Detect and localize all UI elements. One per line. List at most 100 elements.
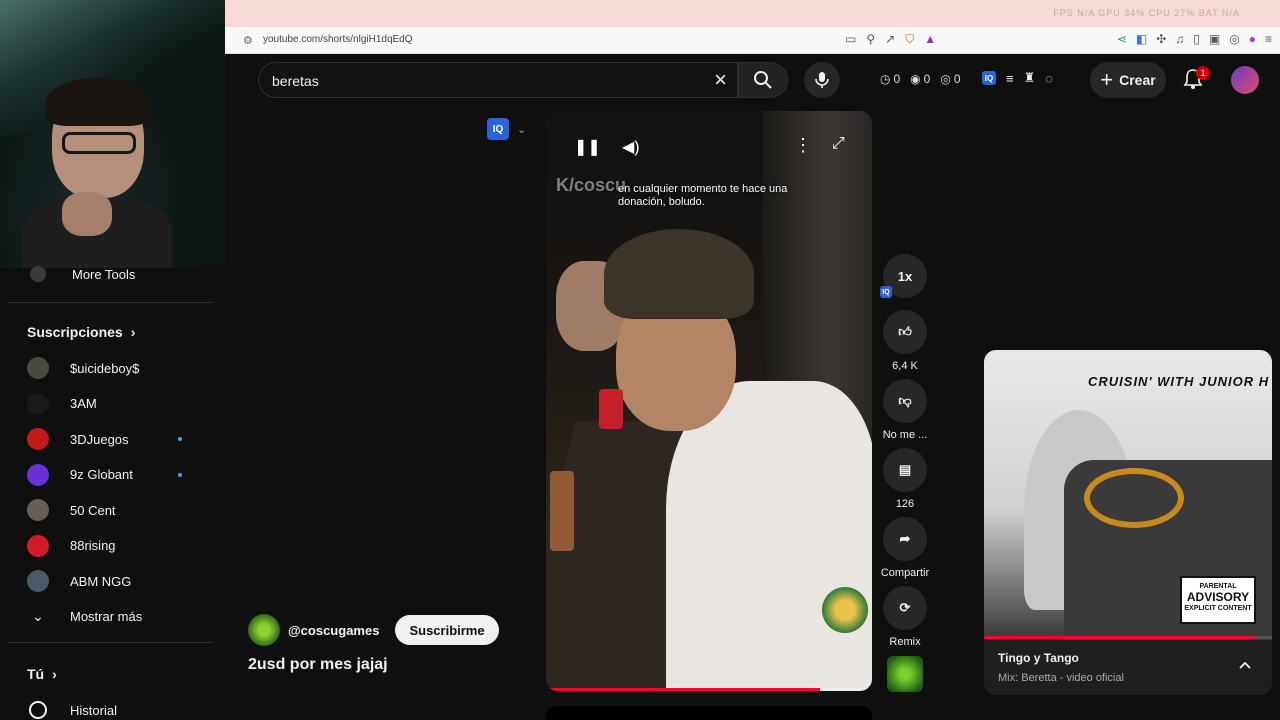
chat-icon[interactable]: ◌ (1045, 71, 1053, 86)
show-more-button[interactable]: ⌄ Mostrar más (0, 600, 213, 632)
video-caption: en cualquier momento te hace una donació… (618, 183, 788, 208)
queue-icon[interactable]: ≡ (1006, 71, 1014, 86)
channel-handle[interactable]: @coscugames (288, 623, 379, 638)
shorts-video-player[interactable]: K/coscu en cualquier momento te hace una… (546, 111, 872, 691)
header-extension-tools: IQ ≡ ♜ ◌ (982, 70, 1053, 86)
extension-green-icon[interactable]: ⋖ (1117, 32, 1127, 46)
search-button[interactable] (738, 62, 788, 98)
next-short-preview (546, 706, 872, 720)
advisory-bottom: EXPLICIT CONTENT (1184, 605, 1252, 612)
sidebar-item-label: 9z Globant (70, 467, 133, 482)
brave-shield-icon[interactable]: ⛉ (905, 32, 914, 47)
sidebar-item-subscription[interactable]: ABM NGG (0, 565, 213, 597)
create-button[interactable]: + Crear (1090, 62, 1166, 98)
volume-icon[interactable]: ◀) (622, 137, 640, 157)
video-progress-fill (546, 688, 820, 691)
iq-extension-icon[interactable]: IQ (982, 71, 996, 85)
you-heading[interactable]: Tú › (27, 666, 57, 682)
clear-search-icon[interactable]: × (714, 67, 727, 93)
profile-icon[interactable]: ● (1249, 32, 1256, 46)
subscriptions-heading-label: Suscripciones (27, 324, 123, 340)
sidebar-item-label: 50 Cent (70, 502, 116, 518)
sidebar-item-subscription[interactable]: 3AM (0, 388, 213, 420)
views-counter: ◉ 0 (910, 72, 931, 86)
playback-speed-button[interactable]: 1x IQ (880, 254, 930, 298)
share-icon[interactable]: ↗ (885, 32, 895, 47)
like-button[interactable]: 👍︎ 6,4 K (880, 310, 930, 372)
voice-search-button[interactable] (804, 62, 840, 98)
history-icon (29, 701, 47, 719)
thumbs-up-icon: 👍︎ (883, 310, 927, 354)
performance-overlay: FPS N/A GPU 34% CPU 27% BAT N/A (1053, 8, 1240, 18)
sidebar-divider (8, 642, 213, 643)
album-art-steering-wheel (1084, 468, 1184, 528)
fullscreen-icon[interactable]: ⤢ (832, 135, 845, 153)
site-info-icon[interactable]: ⚙ (243, 34, 253, 47)
speed-label: 1x (897, 268, 913, 284)
sound-thumbnail[interactable] (887, 656, 923, 692)
address-bar-tools: ▭ ⚲ ↗ ⛉ ▲ (845, 32, 936, 47)
sidebar-item-label: Historial (70, 702, 117, 718)
pause-icon[interactable]: ❚❚ (574, 137, 601, 157)
webcam-person-glasses (62, 132, 136, 154)
search-query[interactable]: beretas (272, 73, 319, 89)
channel-avatar-icon (27, 499, 49, 521)
remix-label: Remix (889, 636, 921, 648)
notification-badge: 1 (1196, 66, 1210, 80)
sidebar-item-more-tools[interactable]: More Tools (0, 258, 213, 290)
address-bar[interactable]: ⚙ youtube.com/shorts/nlgiH1dqEdQ ▭ ⚲ ↗ ⛉… (225, 27, 1280, 54)
sidebar-toggle-icon[interactable]: ▯ (1193, 32, 1200, 46)
translate-icon[interactable]: ◧ (1136, 32, 1147, 46)
subscribe-button[interactable]: Suscribirme (395, 615, 499, 645)
sidebar-item-subscription[interactable]: 9z Globant (0, 459, 213, 491)
subscriptions-heading[interactable]: Suscripciones › (27, 324, 135, 340)
header-counters: ◷ 0 ◉ 0 ◎ 0 (880, 72, 961, 86)
mini-progress-fill (984, 636, 1255, 639)
webcam-person-hand (62, 192, 112, 236)
mini-progress-bar[interactable] (984, 636, 1272, 639)
account-avatar[interactable] (1231, 66, 1259, 94)
mini-player-title: Tingo y Tango (998, 651, 1079, 665)
sidebar-item-subscription[interactable]: $uicideboy$ (0, 352, 213, 384)
share-arrow-icon: ➦ (883, 517, 927, 561)
trophy-icon[interactable]: ♜ (1024, 70, 1036, 86)
install-icon[interactable]: ▭ (845, 32, 856, 47)
create-label: Crear (1119, 72, 1156, 88)
chevron-down-icon: ⌄ (32, 608, 44, 624)
dislike-button[interactable]: 👎︎ No me ... (880, 379, 930, 441)
chevron-right-icon: › (52, 666, 57, 682)
music-sticker[interactable] (822, 587, 868, 633)
vpn-icon[interactable]: ◎ (1229, 32, 1239, 46)
sidebar-item-subscription[interactable]: 3DJuegos (0, 423, 213, 455)
hidden-counter: ◎ 0 (940, 72, 961, 86)
chevron-up-icon[interactable] (1238, 658, 1252, 672)
share-button[interactable]: ➦ Compartir (880, 517, 930, 579)
remix-button[interactable]: ⟳ Remix (880, 586, 930, 648)
comments-button[interactable]: ▤ 126 (880, 448, 930, 510)
clock-icon: ◷ (880, 72, 891, 86)
channel-avatar[interactable] (248, 614, 280, 646)
sidebar-item-history[interactable]: Historial (0, 694, 213, 720)
media-icon[interactable]: ♫ (1175, 32, 1184, 46)
notifications-button[interactable]: 1 (1182, 66, 1210, 92)
puzzle-icon[interactable]: ✣ (1156, 32, 1166, 46)
wallet-icon[interactable]: ▣ (1209, 32, 1220, 46)
more-options-icon[interactable]: ⋮ (794, 135, 812, 156)
channel-avatar-icon (27, 392, 49, 415)
video-glass (550, 471, 574, 551)
sidebar-item-subscription[interactable]: 50 Cent (0, 494, 213, 526)
iq-speed-icon: IQ (880, 286, 892, 298)
menu-icon[interactable]: ≡ (1265, 32, 1272, 46)
sidebar-item-subscription[interactable]: 88rising (0, 530, 213, 562)
sidebar-item-label: 3DJuegos (70, 431, 129, 447)
brave-rewards-icon[interactable]: ▲ (924, 32, 936, 47)
iq-dropdown[interactable]: IQ ⌄ (487, 118, 526, 140)
url-text[interactable]: youtube.com/shorts/nlgiH1dqEdQ (263, 34, 413, 45)
zoom-icon[interactable]: ⚲ (866, 32, 875, 47)
chevron-right-icon: › (130, 324, 136, 340)
search-input[interactable]: beretas × (258, 62, 738, 98)
mini-player[interactable]: CRUISIN' WITH JUNIOR H PARENTAL ADVISORY… (984, 350, 1272, 695)
channel-avatar-icon (27, 357, 49, 379)
video-progress-bar[interactable] (546, 688, 872, 691)
remix-icon: ⟳ (883, 586, 927, 630)
